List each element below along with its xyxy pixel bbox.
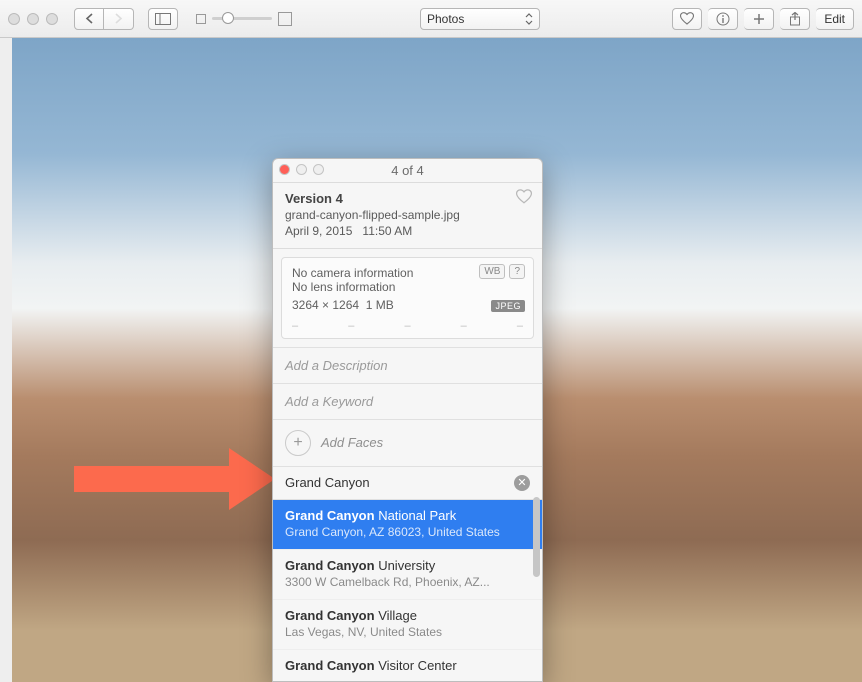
panel-zoom-icon xyxy=(313,164,324,175)
zoom-slider[interactable] xyxy=(196,12,292,26)
chevron-updown-icon xyxy=(525,13,533,25)
location-suggestion[interactable]: Grand Canyon Visitor Center xyxy=(273,650,542,681)
location-row: ✕ xyxy=(273,466,542,499)
panel-counter: 4 of 4 xyxy=(391,163,424,178)
format-badge: JPEG xyxy=(491,300,525,312)
zoom-out-icon xyxy=(196,14,206,24)
info-button[interactable] xyxy=(708,8,738,30)
lens-line: No lens information xyxy=(292,280,523,294)
keyword-placeholder: Add a Keyword xyxy=(285,394,373,409)
add-button[interactable] xyxy=(744,8,774,30)
location-suggestion[interactable]: Grand Canyon National ParkGrand Canyon, … xyxy=(273,500,542,550)
datetime-label: April 9, 2015 11:50 AM xyxy=(285,224,530,238)
location-input[interactable] xyxy=(285,475,485,490)
description-placeholder: Add a Description xyxy=(285,358,388,373)
favorite-heart-icon[interactable] xyxy=(516,189,532,204)
add-faces-row[interactable]: + Add Faces xyxy=(273,419,542,466)
location-suggestions: Grand Canyon National ParkGrand Canyon, … xyxy=(273,499,542,681)
panel-titlebar[interactable]: 4 of 4 xyxy=(273,159,542,183)
edit-label: Edit xyxy=(824,12,845,26)
clear-location-icon[interactable]: ✕ xyxy=(514,475,530,491)
exif-placeholder-row: ––––– xyxy=(292,318,523,334)
camera-info-block: WB ? No camera information No lens infor… xyxy=(281,257,534,339)
view-mode-select[interactable]: Photos xyxy=(420,8,540,30)
info-panel: 4 of 4 Version 4 grand-canyon-flipped-sa… xyxy=(272,158,543,682)
edit-button[interactable]: Edit xyxy=(816,8,854,30)
window-traffic-lights[interactable] xyxy=(8,13,58,25)
filename-label: grand-canyon-flipped-sample.jpg xyxy=(285,208,530,222)
panel-close-icon[interactable] xyxy=(279,164,290,175)
suggestions-scrollbar[interactable] xyxy=(533,497,540,675)
panel-header: Version 4 grand-canyon-flipped-sample.jp… xyxy=(273,183,542,249)
keyword-field[interactable]: Add a Keyword xyxy=(273,383,542,419)
help-badge[interactable]: ? xyxy=(509,264,525,279)
sidebar-toggle-button[interactable] xyxy=(148,8,178,30)
panel-minimize-icon xyxy=(296,164,307,175)
zoom-in-icon xyxy=(278,12,292,26)
plus-icon: + xyxy=(285,430,311,456)
share-button[interactable] xyxy=(780,8,810,30)
whitebalance-badge: WB xyxy=(479,264,505,279)
dimensions-line: 3264 × 1264 1 MB xyxy=(292,298,523,312)
zoom-icon[interactable] xyxy=(46,13,58,25)
back-button[interactable] xyxy=(74,8,104,30)
close-icon[interactable] xyxy=(8,13,20,25)
window-toolbar: Photos Edit xyxy=(0,0,862,38)
minimize-icon[interactable] xyxy=(27,13,39,25)
view-mode-label: Photos xyxy=(427,12,464,26)
add-faces-label: Add Faces xyxy=(321,435,383,450)
location-suggestion[interactable]: Grand Canyon VillageLas Vegas, NV, Unite… xyxy=(273,600,542,650)
location-suggestion[interactable]: Grand Canyon University3300 W Camelback … xyxy=(273,550,542,600)
version-label: Version 4 xyxy=(285,191,530,206)
description-field[interactable]: Add a Description xyxy=(273,347,542,383)
forward-button[interactable] xyxy=(104,8,134,30)
favorite-button[interactable] xyxy=(672,8,702,30)
